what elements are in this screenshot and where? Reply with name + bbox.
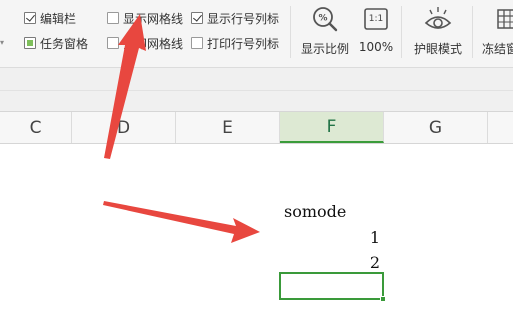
- checkbox-show-gridlines[interactable]: 显示网格线: [107, 9, 183, 27]
- one-to-one-icon-text: 1:1: [368, 14, 384, 24]
- cell-f3[interactable]: 2: [284, 253, 380, 272]
- checkbox-print-gridlines[interactable]: 打印网格线: [107, 34, 183, 52]
- zoom-percent-icon: %: [310, 4, 340, 34]
- column-header-d[interactable]: D: [72, 112, 176, 143]
- svg-text:%: %: [318, 14, 327, 24]
- checkbox-label: 打印网格线: [123, 36, 184, 51]
- eye-icon: [423, 4, 453, 34]
- checkbox-show-headings[interactable]: 显示行号列标: [191, 9, 279, 27]
- zoom-button-label: 显示比例: [300, 42, 349, 56]
- checkbox-print-headings[interactable]: 打印行号列标: [191, 34, 279, 52]
- fill-handle[interactable]: [380, 296, 386, 302]
- zoom-100-button[interactable]: 1:1 100%: [356, 4, 396, 64]
- one-to-one-icon: 1:1: [361, 4, 391, 34]
- column-header-f[interactable]: F: [280, 112, 384, 143]
- checkbox-icon[interactable]: [107, 12, 119, 24]
- cell-f1[interactable]: somode: [284, 202, 346, 221]
- column-header-h[interactable]: [488, 112, 513, 143]
- checkbox-formula-bar[interactable]: 编辑栏: [24, 9, 76, 27]
- eye-protection-label: 护眼模式: [413, 42, 462, 56]
- checkbox-label: 打印行号列标: [207, 36, 280, 51]
- freeze-panes-button[interactable]: 冻结窗: [478, 4, 513, 64]
- checkbox-icon[interactable]: [191, 12, 203, 24]
- ribbon-toolbar: ▾ 编辑栏 任务窗格 显示网格线 打印网格线 显示行号列标 打印行号列标 % 显…: [0, 0, 513, 68]
- checkbox-icon[interactable]: [191, 37, 203, 49]
- column-header-e[interactable]: E: [176, 112, 280, 143]
- freeze-panes-icon: [492, 4, 513, 34]
- checkbox-label: 显示网格线: [123, 11, 184, 26]
- column-header-c[interactable]: C: [0, 112, 72, 143]
- checkbox-icon[interactable]: [107, 37, 119, 49]
- ribbon-separator: [290, 6, 291, 58]
- cell-f2[interactable]: 1: [284, 228, 380, 247]
- formula-bar-divider: [0, 90, 513, 91]
- arrow-to-cells: [103, 201, 260, 243]
- eye-protection-button[interactable]: 护眼模式: [410, 4, 466, 64]
- ribbon-scroll-left-icon[interactable]: ▾: [0, 38, 6, 47]
- checkbox-task-pane[interactable]: 任务窗格: [24, 34, 88, 52]
- ribbon-separator: [401, 6, 402, 58]
- column-header-row: C D E F G: [0, 112, 513, 144]
- zoom-button[interactable]: % 显示比例: [298, 4, 352, 64]
- zoom-100-button-label: 100%: [358, 40, 394, 54]
- ribbon-separator: [472, 6, 473, 58]
- checkbox-label: 任务窗格: [40, 36, 89, 51]
- checkbox-label: 编辑栏: [40, 11, 77, 26]
- checkbox-label: 显示行号列标: [207, 11, 280, 26]
- formula-bar-area: [0, 68, 513, 112]
- selected-cell[interactable]: [279, 272, 384, 300]
- freeze-panes-label: 冻结窗: [482, 42, 513, 56]
- checkbox-icon[interactable]: [24, 12, 36, 24]
- column-header-g[interactable]: G: [384, 112, 488, 143]
- checkbox-icon[interactable]: [24, 37, 36, 49]
